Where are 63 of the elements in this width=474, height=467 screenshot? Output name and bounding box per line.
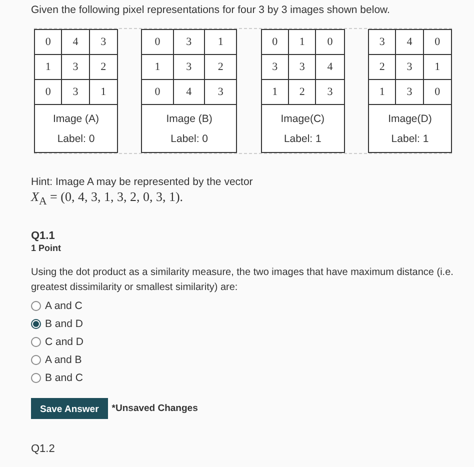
pixel-cell: 4 (62, 30, 90, 55)
pixel-cell: 1 (368, 80, 396, 105)
pixel-cell: 2 (288, 80, 316, 105)
radio-button[interactable] (31, 373, 41, 384)
image-name: Image(D) (388, 113, 432, 125)
question-text: Using the dot product as a similarity measure, the two images that have maximum distance (i.e. greatest dissimilarity or smallest similarity) are: (31, 266, 454, 295)
pixel-cell: 2 (368, 55, 396, 80)
question-number: Q1.1 (31, 230, 56, 242)
pixel-cell: 0 (424, 80, 451, 105)
pixel-cell: 2 (90, 55, 117, 80)
image-label: Label: 0 (57, 133, 95, 145)
pixel-cell: 1 (204, 30, 236, 55)
pixel-cell: 3 (90, 30, 117, 55)
pixel-cell: 1 (35, 55, 62, 80)
pixel-cell: 0 (142, 30, 174, 55)
pixel-cell: 3 (174, 30, 205, 55)
pixel-cell: 0 (424, 30, 451, 55)
pixel-cell: 4 (396, 30, 424, 55)
radio-button[interactable] (31, 355, 41, 366)
question-points: 1 Point (31, 242, 62, 253)
pixel-cell: 3 (62, 80, 90, 105)
image-label: Label: 0 (170, 133, 208, 145)
pixel-cell: 3 (396, 55, 424, 80)
pixel-cell: 3 (262, 55, 289, 80)
pixel-cell: 3 (174, 55, 205, 80)
pixel-cell: 3 (396, 80, 424, 105)
pixel-cell: 4 (174, 80, 205, 105)
pixel-cell: 1 (288, 30, 316, 55)
save-answer-button[interactable]: Save Answer (31, 398, 108, 419)
option-label[interactable]: C and D (45, 336, 84, 348)
image-name: Image(C) (280, 113, 325, 125)
unsaved-status: *Unsaved Changes (112, 402, 198, 414)
option-label[interactable]: A and B (45, 354, 82, 366)
radio-button[interactable] (31, 337, 41, 348)
option-label[interactable]: B and C (45, 372, 83, 384)
pixel-cell: 3 (316, 80, 344, 105)
image-label: Label: 1 (391, 133, 429, 145)
pixel-cell: 3 (204, 80, 236, 105)
pixel-cell: 4 (316, 55, 344, 80)
vector-formula: X$_{A}$ = (0, 4, 3, 1, 3, 2, 0, 3, 1). (31, 189, 184, 208)
pixel-cell: 3 (368, 30, 396, 55)
radio-button[interactable] (31, 301, 41, 312)
pixel-cell: 0 (35, 30, 62, 55)
pixel-cell: 0 (262, 30, 289, 55)
hint-text: Hint: Image A may be represented by the vector (31, 176, 254, 188)
pixel-cell: 0 (35, 80, 62, 105)
pixel-cell: 2 (204, 55, 236, 80)
option-label[interactable]: A and C (45, 300, 82, 312)
image-name: Image (A) (52, 113, 100, 125)
radio-button[interactable] (31, 319, 41, 330)
intro-text: Given the following pixel representations for four 3 by 3 images shown below. (31, 4, 391, 16)
question-number: Q1.2 (31, 442, 56, 455)
pixel-cell: 3 (62, 55, 90, 80)
pixel-cell: 1 (262, 80, 289, 105)
pixel-cell: 1 (424, 55, 451, 80)
pixel-cell: 1 (142, 55, 174, 80)
pixel-cell: 0 (142, 80, 174, 105)
pixel-cell: 1 (90, 80, 117, 105)
option-label[interactable]: B and D (45, 318, 83, 330)
pixel-cell: 0 (316, 30, 344, 55)
image-label: Label: 1 (284, 133, 322, 145)
pixel-cell: 3 (288, 55, 316, 80)
image-name: Image (B) (166, 113, 212, 125)
